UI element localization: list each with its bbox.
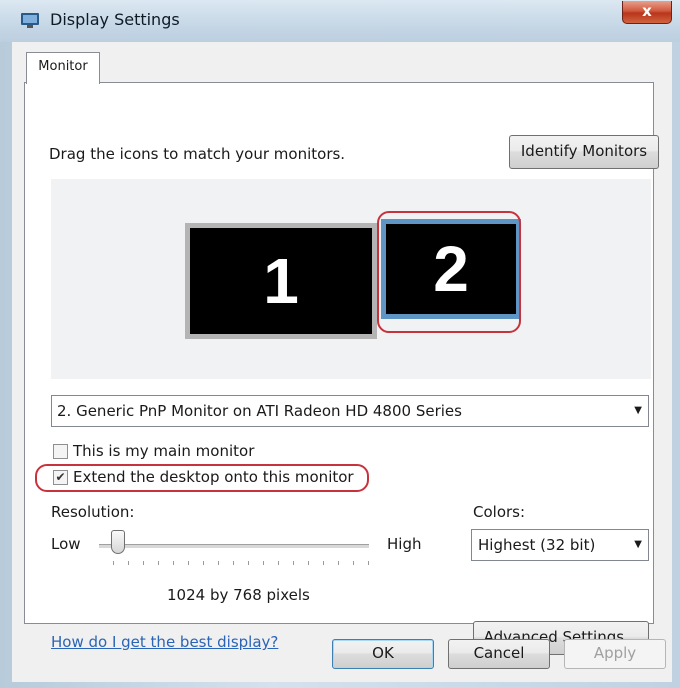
cancel-button[interactable]: Cancel — [448, 639, 550, 669]
chevron-down-icon: ▼ — [634, 405, 642, 416]
best-display-help-link[interactable]: How do I get the best display? — [51, 633, 278, 651]
monitor-dropdown-value: 2. Generic PnP Monitor on ATI Radeon HD … — [57, 402, 462, 420]
slider-tick — [353, 561, 354, 565]
resolution-high-label: High — [387, 535, 422, 553]
resolution-slider-thumb[interactable] — [111, 530, 125, 554]
main-monitor-label[interactable]: This is my main monitor — [73, 442, 254, 460]
monitor-1-icon[interactable]: 1 — [185, 223, 377, 339]
slider-tick — [263, 561, 264, 565]
tab-monitor[interactable]: Monitor — [26, 52, 100, 84]
extend-desktop-highlight-ring — [35, 464, 369, 492]
chevron-down-icon: ▼ — [634, 539, 642, 550]
slider-tick — [158, 561, 159, 565]
slider-tick — [293, 561, 294, 565]
slider-tick — [188, 561, 189, 565]
main-monitor-checkbox[interactable] — [53, 444, 68, 459]
slider-tick — [173, 561, 174, 565]
resolution-value: 1024 by 768 pixels — [167, 586, 310, 604]
monitor-1-number: 1 — [263, 245, 299, 317]
title-bar[interactable]: Display Settings x — [0, 0, 680, 42]
slider-tick — [233, 561, 234, 565]
slider-tick — [128, 561, 129, 565]
display-settings-window: Display Settings x Monitor Drag the icon… — [0, 0, 680, 688]
colors-label: Colors: — [473, 503, 526, 521]
ok-button[interactable]: OK — [332, 639, 434, 669]
slider-tick — [143, 561, 144, 565]
colors-dropdown[interactable]: Highest (32 bit) ▼ — [471, 529, 649, 561]
monitor-tab-panel: Drag the icons to match your monitors. I… — [24, 82, 659, 655]
monitor-arrangement-area: 1 2 — [51, 179, 651, 379]
monitor-dropdown[interactable]: 2. Generic PnP Monitor on ATI Radeon HD … — [51, 395, 649, 427]
colors-dropdown-value: Highest (32 bit) — [478, 536, 596, 554]
slider-tick — [278, 561, 279, 565]
slider-tick — [218, 561, 219, 565]
dialog-body: Monitor Drag the icons to match your mon… — [12, 42, 672, 682]
slider-tick — [113, 561, 114, 565]
resolution-low-label: Low — [51, 535, 81, 553]
slider-tick — [308, 561, 309, 565]
window-title: Display Settings — [50, 10, 180, 29]
identify-monitors-button[interactable]: Identify Monitors — [509, 135, 659, 169]
close-button[interactable]: x — [622, 1, 672, 24]
monitor-2-highlight-ring — [377, 211, 521, 333]
slider-tick — [368, 561, 369, 565]
slider-tick — [203, 561, 204, 565]
resolution-slider-track[interactable] — [99, 544, 369, 548]
apply-button[interactable]: Apply — [564, 639, 666, 669]
resolution-slider-ticks — [113, 561, 369, 567]
drag-instruction: Drag the icons to match your monitors. — [49, 145, 346, 163]
slider-tick — [248, 561, 249, 565]
slider-tick — [323, 561, 324, 565]
slider-tick — [338, 561, 339, 565]
resolution-label: Resolution: — [51, 503, 135, 521]
display-settings-icon — [21, 13, 39, 28]
